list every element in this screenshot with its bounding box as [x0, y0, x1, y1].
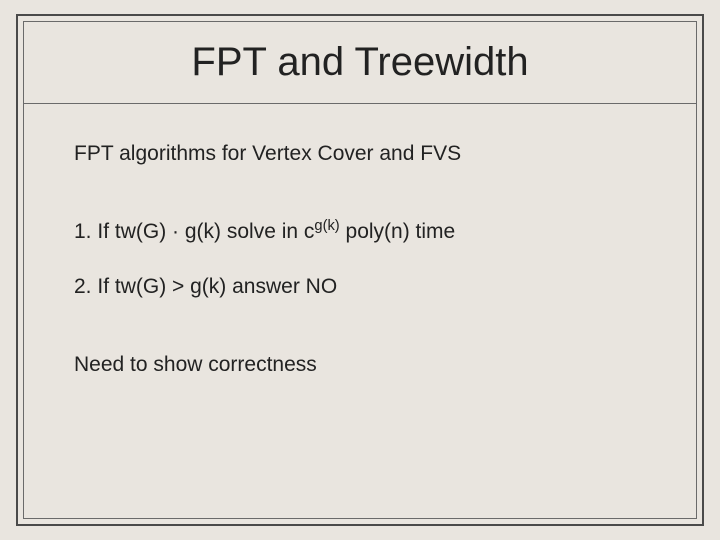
item-op: ·	[172, 220, 179, 243]
item-frag: poly(n) time	[340, 220, 456, 243]
slide: FPT and Treewidth FPT algorithms for Ver…	[0, 0, 720, 540]
list-item: 2. If tw(G) > g(k) answer NO	[74, 273, 646, 301]
intro-text: FPT algorithms for Vertex Cover and FVS	[74, 140, 646, 168]
closing-text: Need to show correctness	[74, 351, 646, 379]
item-frag: g(k) solve in c	[179, 220, 314, 243]
item-text: If tw(G) · g(k) solve in cg(k) poly(n) t…	[97, 220, 455, 243]
item-text: If tw(G) > g(k) answer NO	[97, 275, 337, 298]
item-sup: g(k)	[314, 218, 339, 234]
item-number: 1.	[74, 220, 92, 243]
item-number: 2.	[74, 275, 92, 298]
inner-border: FPT and Treewidth FPT algorithms for Ver…	[23, 21, 697, 519]
slide-title: FPT and Treewidth	[74, 40, 646, 85]
outer-border: FPT and Treewidth FPT algorithms for Ver…	[16, 14, 704, 526]
list-item: 1. If tw(G) · g(k) solve in cg(k) poly(n…	[74, 218, 646, 246]
item-frag: If tw(G)	[97, 220, 172, 243]
slide-body: FPT algorithms for Vertex Cover and FVS …	[74, 104, 646, 379]
